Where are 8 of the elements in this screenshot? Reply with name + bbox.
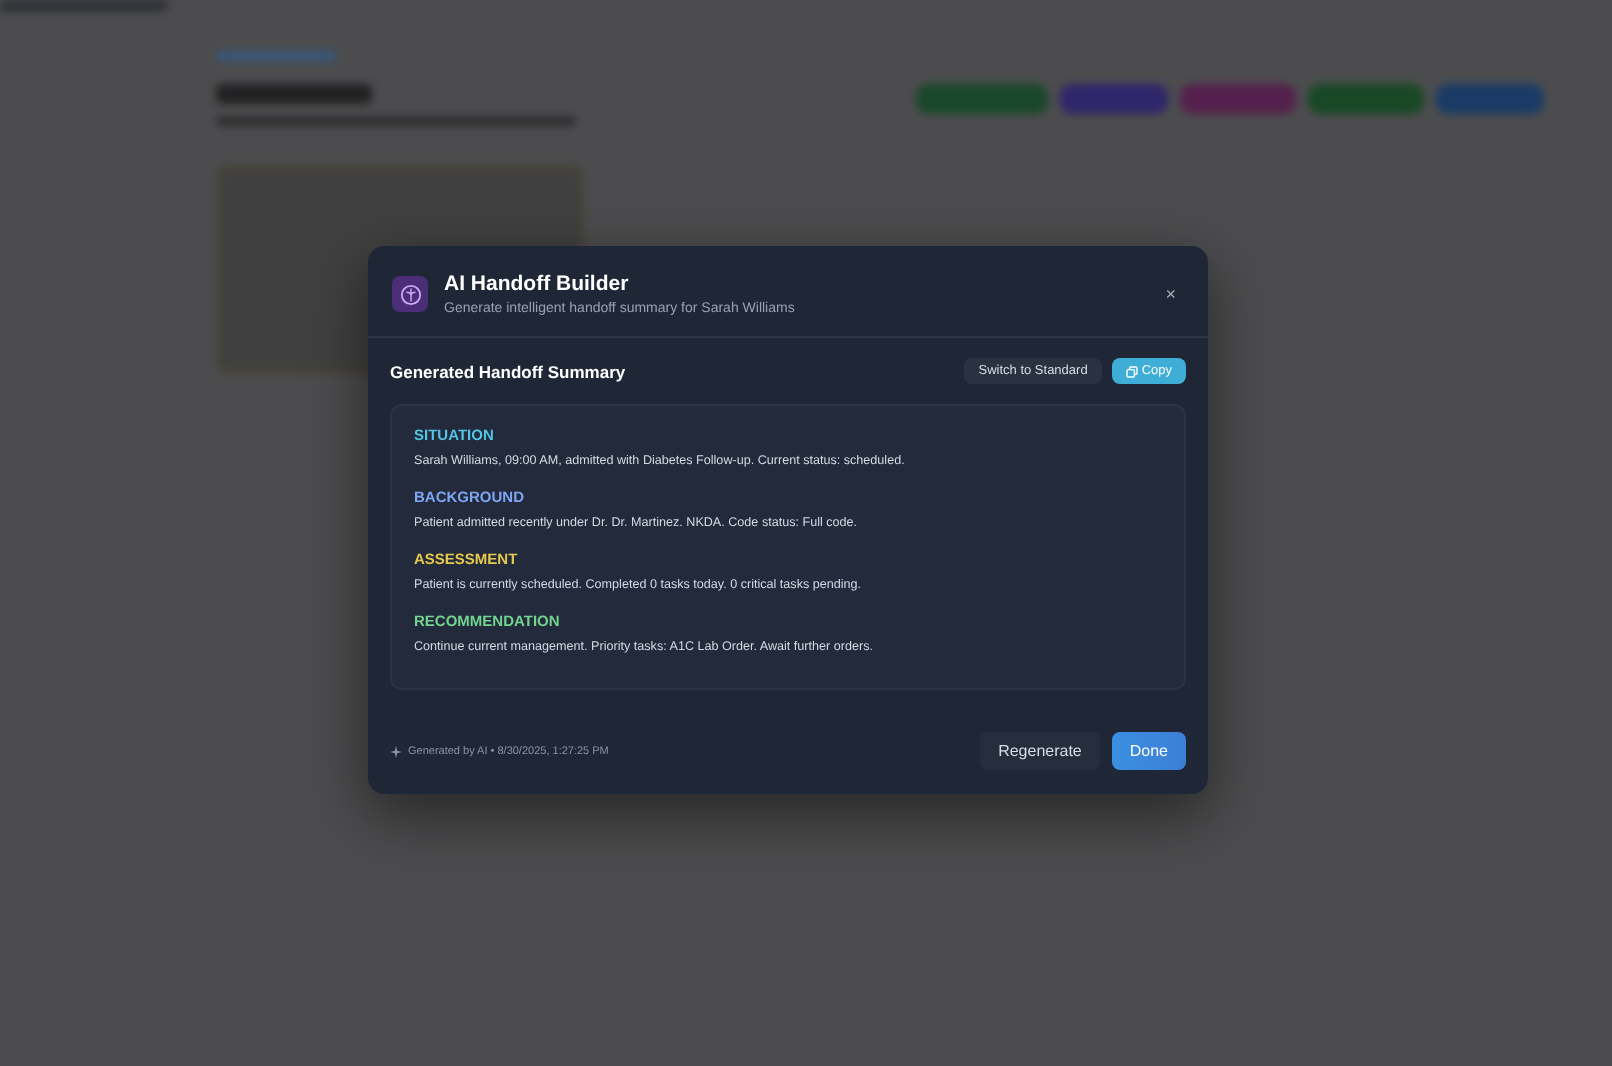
- copy-icon: [1125, 365, 1138, 377]
- dialog-title: AI Handoff Builder: [444, 272, 631, 296]
- sparkle-icon: [390, 745, 402, 757]
- close-button[interactable]: ×: [1157, 284, 1184, 304]
- brain-icon: [392, 276, 428, 312]
- secondary-button[interactable]: Regenerate: [980, 732, 1100, 770]
- done-button[interactable]: Done: [1111, 732, 1186, 770]
- section-title: Generated Handoff Summary: [390, 361, 628, 381]
